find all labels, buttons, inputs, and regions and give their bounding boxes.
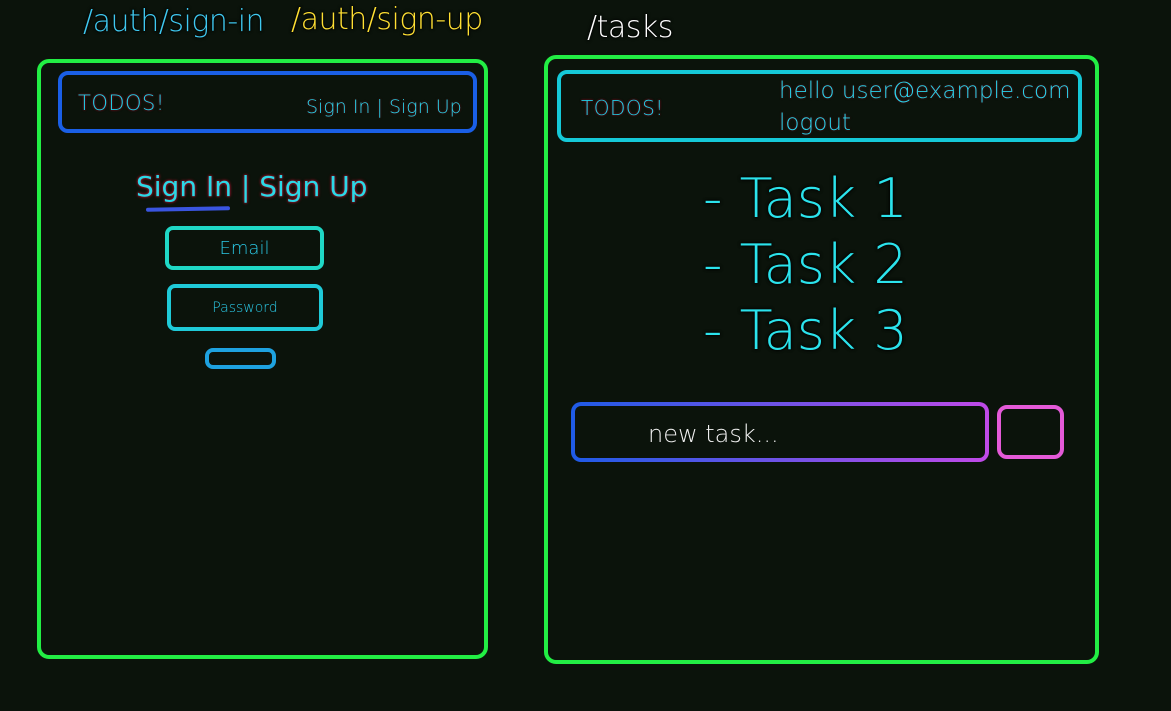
tab-sign-in[interactable]: Sign In: [136, 170, 232, 203]
email-field[interactable]: Email: [165, 226, 324, 270]
task-item-3: - Task 3: [703, 299, 908, 362]
route-label-sign-in: /auth/sign-in: [83, 4, 265, 39]
route-label-sign-up: /auth/sign-up: [291, 2, 483, 37]
tab-sign-up[interactable]: Sign Up: [259, 170, 367, 203]
password-field[interactable]: Password: [167, 284, 323, 331]
task-item-1: - Task 1: [703, 167, 908, 230]
add-task-button[interactable]: [997, 405, 1064, 459]
new-task-placeholder: new task...: [648, 420, 779, 448]
logout-link[interactable]: logout: [779, 110, 851, 136]
user-greeting: hello user@example.com: [779, 78, 1071, 104]
submit-button[interactable]: [205, 348, 276, 369]
auth-navbar-brand: TODOS!: [78, 91, 165, 115]
auth-tabs: Sign In | Sign Up: [136, 170, 367, 203]
wireframe-canvas: /auth/sign-in /auth/sign-up /tasks TODOS…: [0, 0, 1171, 711]
tab-separator: |: [231, 170, 260, 203]
task-item-2: - Task 2: [703, 233, 908, 296]
email-placeholder: Email: [219, 237, 270, 259]
new-task-input[interactable]: [571, 402, 989, 462]
route-label-tasks: /tasks: [587, 10, 673, 45]
tasks-navbar-brand: TODOS!: [581, 96, 664, 120]
password-placeholder: Password: [212, 299, 278, 316]
auth-navbar-links[interactable]: Sign In | Sign Up: [306, 96, 462, 118]
